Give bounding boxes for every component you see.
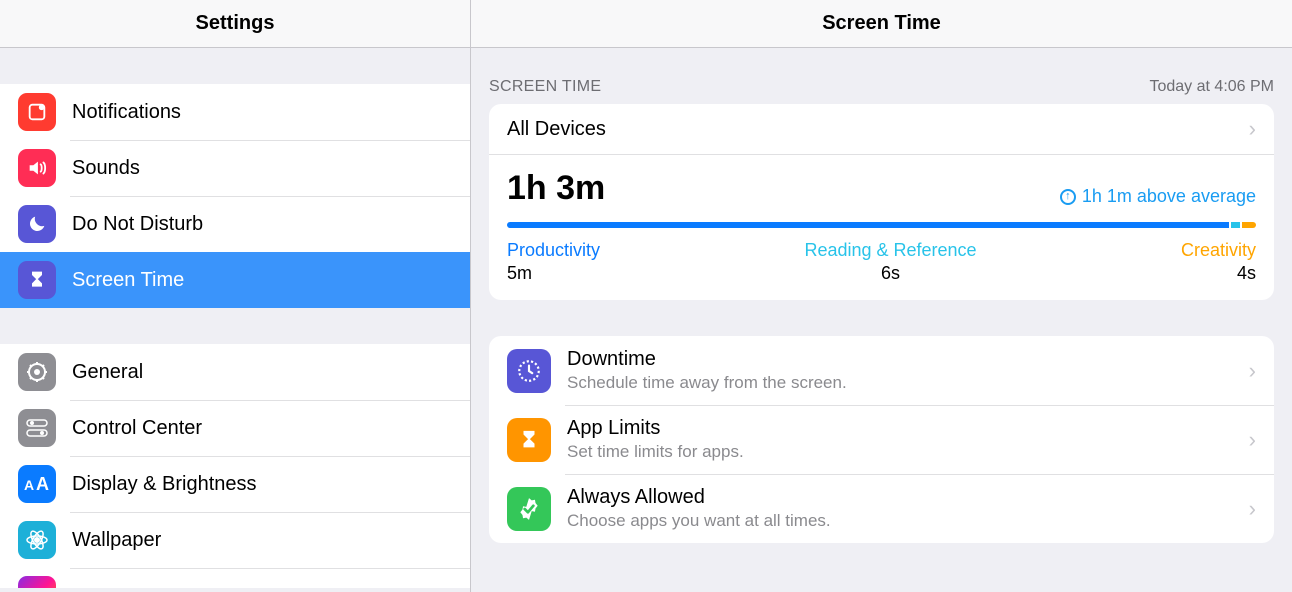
row-app-limits[interactable]: App Limits Set time limits for apps. › [489,405,1274,474]
row-always-allowed[interactable]: Always Allowed Choose apps you want at a… [489,474,1274,543]
sidebar-item-do-not-disturb[interactable]: Do Not Disturb [0,196,470,252]
delta-from-average: ↑ 1h 1m above average [1060,186,1256,207]
sidebar-item-label: General [72,361,143,384]
arrow-up-icon: ↑ [1060,189,1076,205]
sidebar-item-screen-time[interactable]: Screen Time [0,252,470,308]
sidebar-item-display-brightness[interactable]: AA Display & Brightness [0,456,470,512]
row-downtime[interactable]: Downtime Schedule time away from the scr… [489,336,1274,405]
options-list: Downtime Schedule time away from the scr… [489,336,1274,543]
section-header: Screen Time Today at 4:06 PM [471,48,1292,104]
toggles-icon [18,409,56,447]
row-subtitle: Choose apps you want at all times. [567,511,1249,531]
sidebar-item-label: Screen Time [72,269,184,292]
detail-pane: Screen Time Today at 4:06 PM All Devices… [471,48,1292,592]
sidebar-item-label: Display & Brightness [72,473,257,496]
sidebar-item-label: Notifications [72,101,181,124]
chevron-right-icon: › [1249,496,1256,522]
category-breakdown: Productivity 5m Reading & Reference 6s C… [507,240,1256,284]
sidebar-item-label: Sounds [72,157,140,180]
total-time: 1h 3m [507,169,605,208]
sidebar-item-sounds[interactable]: Sounds [0,140,470,196]
sidebar-item-wallpaper[interactable]: Wallpaper [0,512,470,568]
section-timestamp: Today at 4:06 PM [1149,78,1274,96]
all-devices-label: All Devices [507,118,606,141]
notifications-icon [18,93,56,131]
svg-text:A: A [24,477,34,493]
row-subtitle: Schedule time away from the screen. [567,373,1249,393]
category-reading: Reading & Reference 6s [804,240,976,284]
moon-icon [18,205,56,243]
sidebar-item-label: Control Center [72,417,202,440]
sidebar: Notifications Sounds Do Not Disturb Scre… [0,48,471,592]
checkmark-badge-icon [507,487,551,531]
sidebar-group-2: General Control Center AA Display & Brig… [0,344,470,588]
chevron-right-icon: › [1249,427,1256,453]
row-title: Always Allowed [567,486,1249,509]
sidebar-item-label: Do Not Disturb [72,213,203,236]
row-title: App Limits [567,417,1249,440]
chevron-right-icon: › [1249,116,1256,142]
sidebar-item-notifications[interactable]: Notifications [0,84,470,140]
usage-summary: 1h 3m ↑ 1h 1m above average Productivity [489,155,1274,300]
sidebar-group-1: Notifications Sounds Do Not Disturb Scre… [0,84,470,308]
sounds-icon [18,149,56,187]
flower-icon [18,521,56,559]
sidebar-title: Settings [0,0,471,47]
header: Settings Screen Time [0,0,1292,48]
text-size-icon: AA [18,465,56,503]
detail-title: Screen Time [471,0,1292,47]
svg-text:A: A [36,474,49,494]
category-creativity: Creativity 4s [1181,240,1256,284]
section-title: Screen Time [489,78,601,96]
siri-icon [18,576,56,588]
hourglass-icon [18,261,56,299]
usage-card: All Devices › 1h 3m ↑ 1h 1m above averag… [489,104,1274,300]
body: Notifications Sounds Do Not Disturb Scre… [0,48,1292,592]
row-subtitle: Set time limits for apps. [567,442,1249,462]
sidebar-item-general[interactable]: General [0,344,470,400]
hourglass-icon [507,418,551,462]
chevron-right-icon: › [1249,358,1256,384]
usage-bar [507,222,1256,228]
sidebar-item-label: Wallpaper [72,529,161,552]
gear-icon [18,353,56,391]
sidebar-item-control-center[interactable]: Control Center [0,400,470,456]
row-title: Downtime [567,348,1249,371]
sidebar-item-next[interactable] [0,568,470,588]
clock-icon [507,349,551,393]
category-productivity: Productivity 5m [507,240,600,284]
all-devices-row[interactable]: All Devices › [489,104,1274,154]
